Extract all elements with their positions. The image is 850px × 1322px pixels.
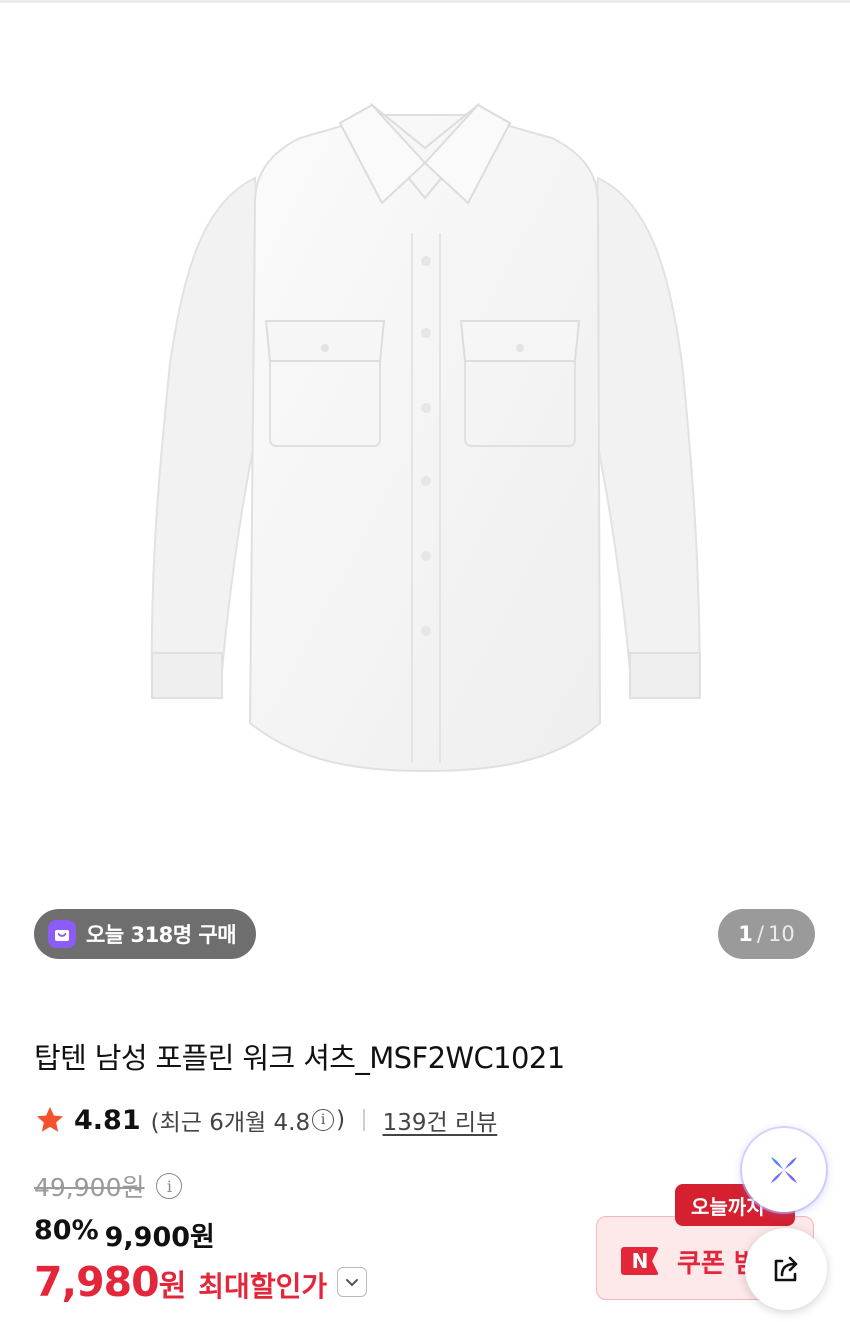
discounted-price: 9,900원 — [104, 1222, 215, 1253]
rating-recent-suffix: ) — [336, 1107, 346, 1133]
today-purchases-badge: 오늘 318명 구매 — [34, 909, 257, 959]
discount-row: 80% 9,900원 — [34, 1215, 215, 1254]
final-price: 7,980 — [34, 1258, 160, 1306]
star-icon — [36, 1106, 64, 1132]
final-price-row: 7,980 원 최대할인가 — [34, 1258, 368, 1306]
discount-rate: 80% — [34, 1215, 99, 1246]
price-info-icon[interactable]: i — [156, 1173, 183, 1199]
white-shirt-illustration — [150, 102, 702, 773]
shopping-bag-icon — [48, 920, 76, 948]
page-separator: / — [756, 922, 764, 946]
max-discount-label: 최대할인가 — [198, 1270, 328, 1303]
chevron-down-icon[interactable] — [337, 1267, 368, 1297]
final-price-unit: 원 — [158, 1269, 187, 1304]
rating-divider — [363, 1109, 365, 1131]
original-price-row: 49,900원 i — [34, 1168, 184, 1204]
naver-n-icon: N — [621, 1247, 659, 1275]
page-total: 10 — [767, 922, 795, 946]
today-purchases-text: 오늘 318명 구매 — [86, 923, 237, 947]
rating-recent-prefix: (최근 6개월 4.8 — [150, 1110, 311, 1136]
product-image[interactable] — [0, 3, 850, 890]
rating-recent: (최근 6개월 4.8 i ) — [151, 1103, 345, 1137]
gallery-page-counter: 1 / 10 — [718, 909, 815, 959]
product-title: 탑텐 남성 포플린 워크 셔츠_MSF2WC1021 — [34, 1041, 565, 1075]
ai-assistant-button[interactable] — [742, 1128, 826, 1212]
info-icon[interactable]: i — [312, 1109, 335, 1131]
rating-value: 4.81 — [74, 1104, 141, 1136]
rating-row: 4.81 (최근 6개월 4.8 i ) 139건 리뷰 — [34, 1102, 497, 1138]
share-button[interactable] — [745, 1228, 827, 1310]
review-count-link[interactable]: 139건 리뷰 — [383, 1103, 498, 1137]
original-price: 49,900원 — [34, 1173, 145, 1202]
share-icon — [774, 1256, 798, 1282]
page-current: 1 — [738, 922, 753, 946]
ai-sparkle-icon — [771, 1157, 797, 1183]
